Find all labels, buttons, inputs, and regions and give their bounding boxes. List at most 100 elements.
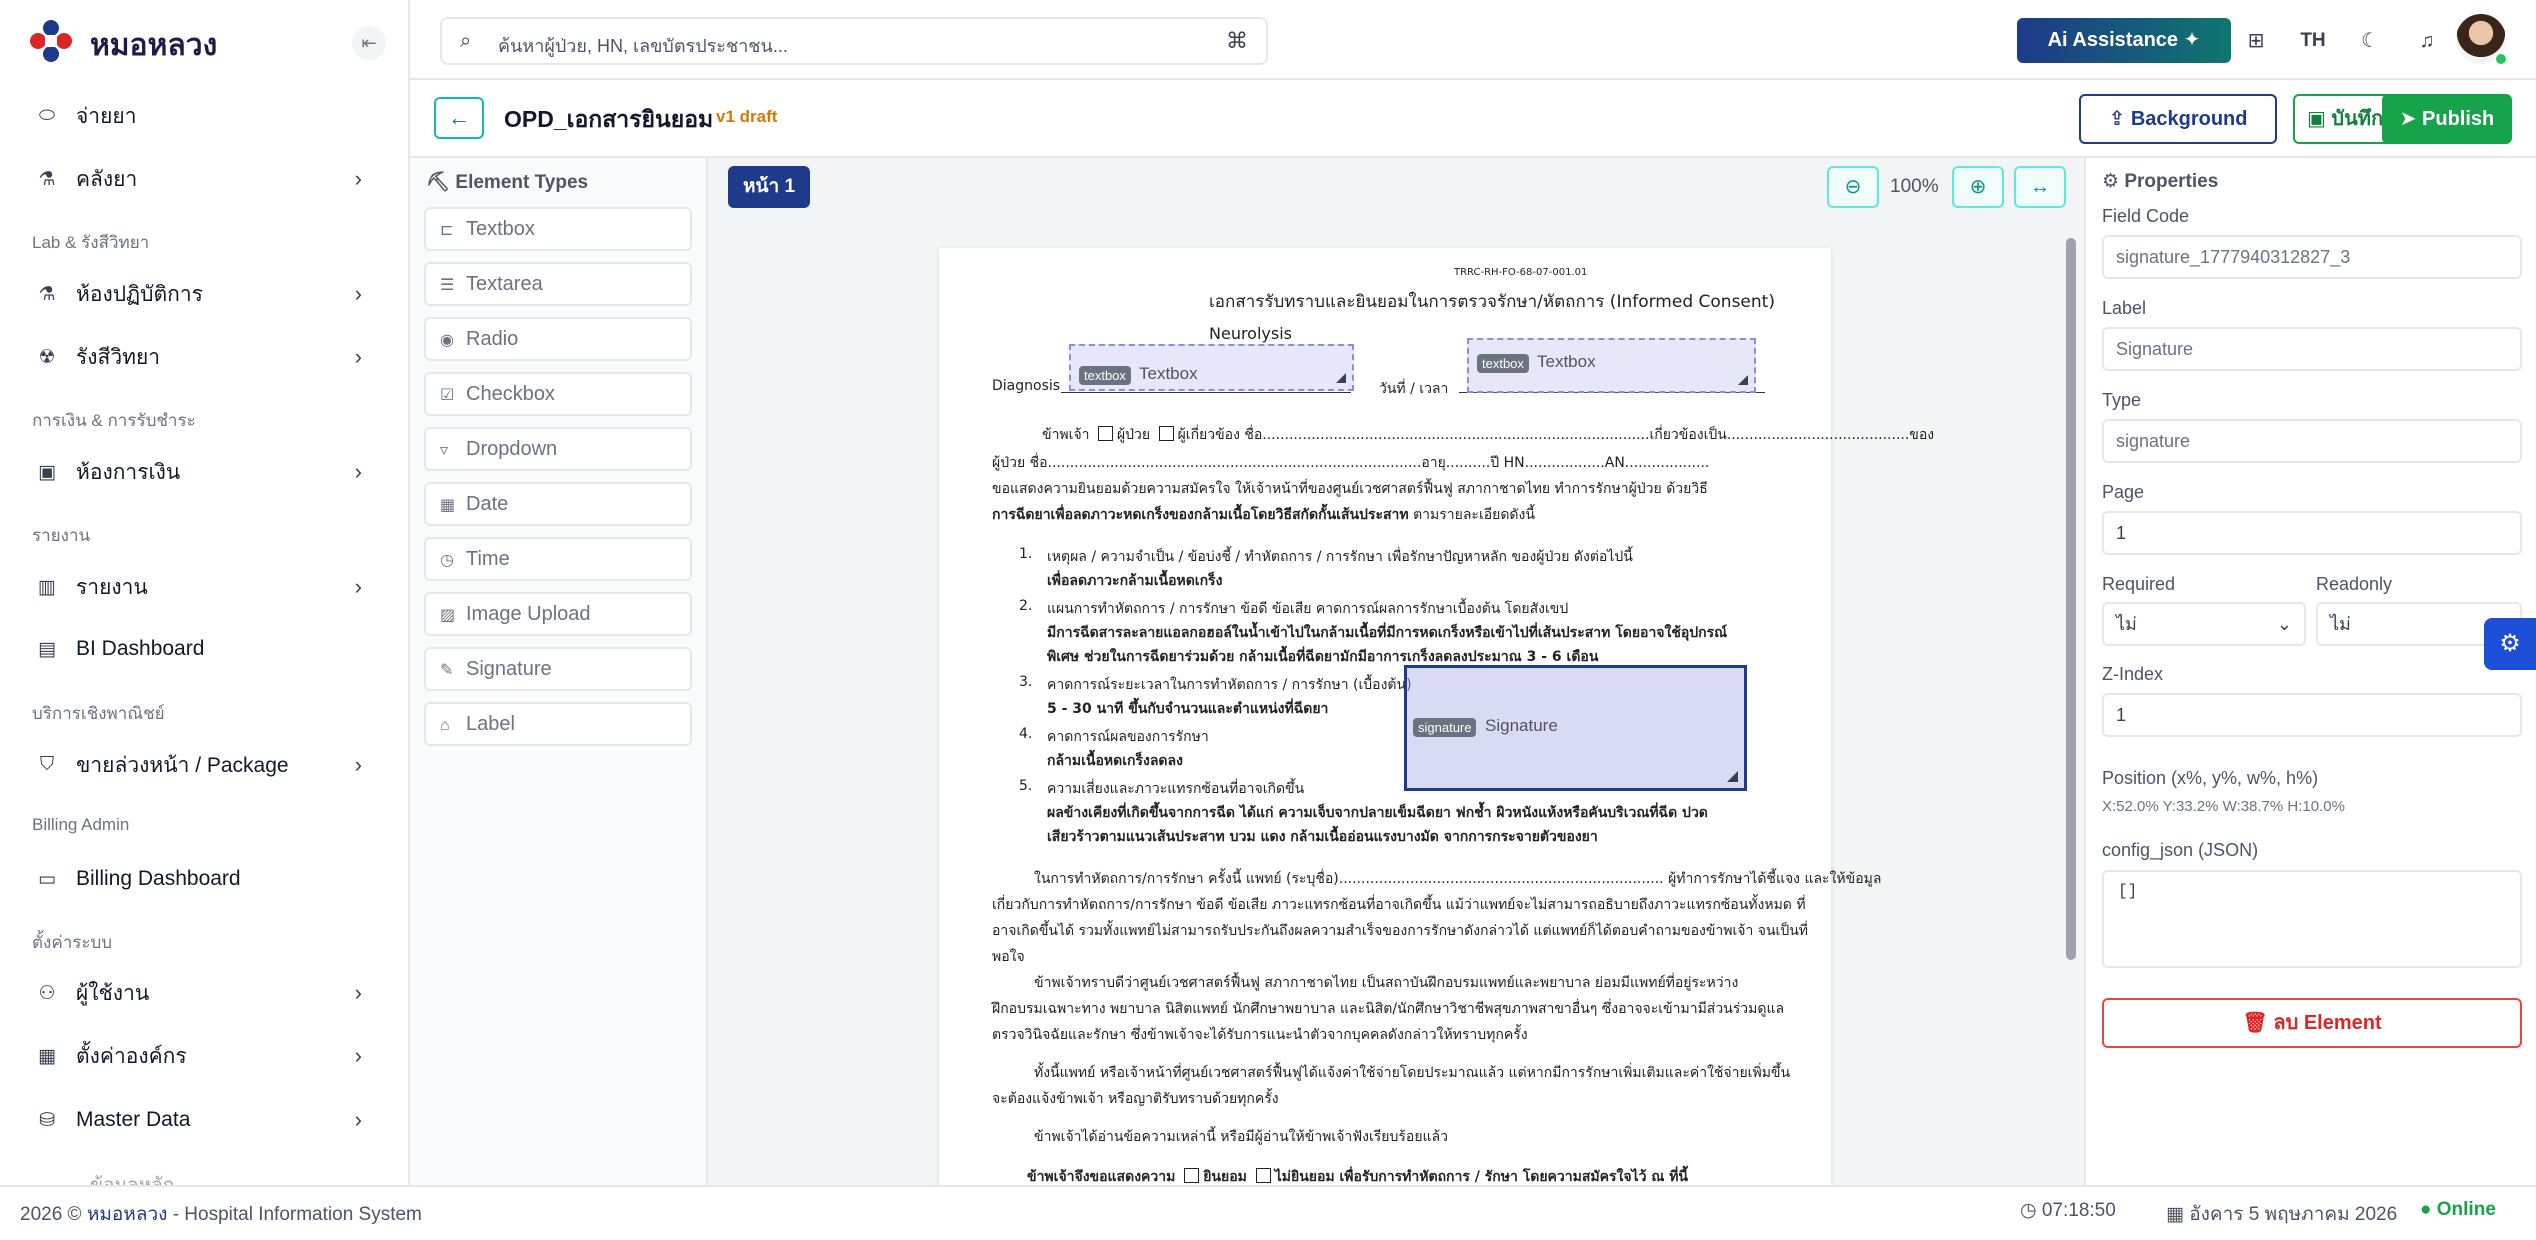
doc-para1-line: เกี่ยวกับการทำหัตถการ/การรักษา ข้อดี ข้อ… <box>992 897 1806 913</box>
vertical-scrollbar[interactable] <box>2066 238 2076 960</box>
signature-field[interactable]: signature Signature <box>1404 665 1747 791</box>
canvas-area: หน้า 1 ⊖ 100% ⊕ ↔ TRRC-RH-FO-68-07-001.0… <box>708 158 2084 1185</box>
dropdown-icon: ▿ <box>440 442 449 459</box>
avatar[interactable] <box>2456 14 2508 66</box>
type-input[interactable]: signature <box>2102 419 2522 463</box>
back-arrow-button[interactable]: ← <box>434 97 484 139</box>
sidebar-item-bi-dashboard[interactable]: ▤ BI Dashboard <box>32 624 362 674</box>
chevron-down-icon: ⌄ <box>2276 614 2292 634</box>
fit-width-icon[interactable]: ↔ <box>2014 166 2066 208</box>
doc-line-4: การฉีดยาเพื่อลดภาวะหดเกร็งของกล้ามเนื้อโ… <box>992 504 1535 526</box>
sidebar-item-label: รังสีวิทยา <box>76 345 161 369</box>
doc-text: ผู้เกี่ยวข้อง ชื่อ......................… <box>1177 427 1935 443</box>
footer-year: 2026 © <box>20 1204 82 1225</box>
dark-mode-moon-icon[interactable]: ☾ <box>2349 20 2391 62</box>
sidebar-item-pharmacy[interactable]: ⚗ คลังยา › <box>32 154 362 204</box>
label-input[interactable]: Signature <box>2102 327 2522 371</box>
sidebar-item-org-settings[interactable]: ▦ ตั้งค่าองค์กร › <box>32 1031 362 1081</box>
version-badge: v1 draft <box>716 107 778 126</box>
sidebar-item-package[interactable]: ⛉ ขายล่วงหน้า / Package › <box>32 740 362 790</box>
palette-item-date[interactable]: ▦ Date <box>424 482 692 526</box>
background-button[interactable]: ⇪ Background <box>2079 94 2277 144</box>
palette-item-radio[interactable]: ◉ Radio <box>424 317 692 361</box>
delete-element-button[interactable]: 🗑︎ ลบ Element <box>2102 998 2522 1048</box>
textbox-field-diagnosis[interactable]: textbox Textbox <box>1069 344 1354 391</box>
sidebar-item-master-data[interactable]: ⛁ Master Data › <box>32 1095 362 1145</box>
footer-time-value: 07:18:50 <box>2041 1200 2116 1221</box>
database-icon: ⛁ <box>39 1109 55 1131</box>
palette-item-label[interactable]: ⌂ Label <box>424 702 692 746</box>
sidebar-item-laboratory[interactable]: ⚗ ห้องปฏิบัติการ › <box>32 269 362 319</box>
doc-item-bold: 5 - 30 นาที ขึ้นกับจำนวนและตำแหน่งที่ฉีด… <box>1047 701 1329 717</box>
doc-para3-line: ทั้งนี้แพทย์ หรือเจ้าหน้าที่ศูนย์เวชศาสต… <box>1034 1065 1791 1081</box>
doc-item-num: 2. <box>1019 598 1033 614</box>
label-label: Label <box>2102 298 2147 318</box>
publish-button[interactable]: ➤ Publish <box>2382 94 2512 144</box>
floating-settings-gear-icon[interactable]: ⚙ <box>2484 618 2536 670</box>
image-icon: ▨ <box>440 607 456 624</box>
properties-title-label: Properties <box>2124 171 2219 192</box>
palette-item-image-upload[interactable]: ▨ Image Upload <box>424 592 692 636</box>
palette-item-textbox[interactable]: ⊏ Textbox <box>424 207 692 251</box>
sidebar-item-billing-dashboard[interactable]: ▭ Billing Dashboard <box>32 854 362 904</box>
zoom-out-icon[interactable]: ⊖ <box>1827 166 1879 208</box>
palette-item-time[interactable]: ◷ Time <box>424 537 692 581</box>
page-input[interactable]: 1 <box>2102 511 2522 555</box>
field-code-input[interactable]: signature_1777940312827_3 <box>2102 235 2522 279</box>
radiation-icon: ☢ <box>38 346 56 368</box>
chevron-right-icon: › <box>354 574 362 599</box>
doc-item-text: คาดการณ์ระยะเวลาในการทำหัตถการ / การรักษ… <box>1047 677 1412 693</box>
chevron-right-icon: › <box>354 1107 362 1132</box>
notification-bell-icon[interactable]: ♫ <box>2406 20 2448 62</box>
zoom-level: 100% <box>1890 176 1939 197</box>
sidebar-subitem-master[interactable]: ข้อมูลหลัก <box>90 1160 408 1185</box>
collapse-sidebar-button[interactable]: ⇤ <box>352 26 386 60</box>
palette-item-label: Checkbox <box>466 383 555 405</box>
app-logo-icon <box>30 20 72 62</box>
sidebar-item-label: คลังยา <box>76 167 138 191</box>
zoom-in-icon[interactable]: ⊕ <box>1952 166 2004 208</box>
sidebar-item-label: รายงาน <box>76 575 148 599</box>
resize-handle-icon[interactable] <box>1738 375 1748 385</box>
sidebar-section-finance: การเงิน & การรับชำระ <box>32 411 196 430</box>
palette-item-signature[interactable]: ✎ Signature <box>424 647 692 691</box>
ai-assistance-button[interactable]: Ai Assistance ✦ <box>2017 18 2231 63</box>
doc-item-text: ความเสี่ยงและภาวะแทรกซ้อนที่อาจเกิดขึ้น <box>1047 781 1305 797</box>
zindex-input[interactable]: 1 <box>2102 693 2522 737</box>
palette-item-checkbox[interactable]: ☑ Checkbox <box>424 372 692 416</box>
language-toggle[interactable]: TH <box>2292 20 2334 62</box>
search-input[interactable]: ⌕ ค้นหาผู้ป่วย, HN, เลขบัตรประชาชน... ⌘ <box>440 17 1268 65</box>
required-select[interactable]: ไม่ ⌄ <box>2102 602 2306 646</box>
doc-para1-line: ในการทำหัตถการ/การรักษา ครั้งนี้ แพทย์ (… <box>1034 871 1882 887</box>
textbox-field-date[interactable]: textbox Textbox <box>1467 338 1756 393</box>
doc-line-2: ผู้ป่วย ชื่อ............................… <box>992 455 1710 471</box>
position-label: Position (x%, y%, w%, h%) <box>2102 768 2319 788</box>
topbar: ⌕ ค้นหาผู้ป่วย, HN, เลขบัตรประชาชน... ⌘ … <box>410 0 2536 80</box>
sidebar-item-report[interactable]: ▥ รายงาน › <box>32 562 362 612</box>
sidebar-item-cashier[interactable]: ▣ ห้องการเงิน › <box>32 447 362 497</box>
page-title: OPD_เอกสารยินยอม <box>504 106 714 132</box>
config-json-textarea[interactable]: [] <box>2102 870 2522 968</box>
tag-icon: ⌂ <box>440 717 450 734</box>
readonly-value: ไม่ <box>2330 614 2351 634</box>
doc-item-text: เหตุผล / ความจำเป็น / ข้อบ่งชี้ / ทำหัตถ… <box>1047 549 1633 565</box>
field-type-tag: signature <box>1413 718 1477 737</box>
doc-item-bold: ผลข้างเคียงที่เกิดขึ้นจากการฉีด ได้แก่ ค… <box>1047 805 1708 821</box>
textarea-icon: ☰ <box>440 277 455 294</box>
resize-handle-icon[interactable] <box>1727 771 1738 782</box>
page-tab-1[interactable]: หน้า 1 <box>728 166 810 208</box>
sidebar-item-dispense[interactable]: ⬭ จ่ายยา <box>32 91 362 141</box>
money-icon: ▣ <box>38 461 56 483</box>
sidebar-item-users[interactable]: ⚇ ผู้ใช้งาน › <box>32 968 362 1018</box>
apps-grid-icon[interactable]: ⊞ <box>2235 20 2277 62</box>
sidebar-item-label: ตั้งค่าองค์กร <box>76 1044 187 1068</box>
pill-icon: ⬭ <box>38 105 56 126</box>
resize-handle-icon[interactable] <box>1336 373 1346 383</box>
footer-brand-link[interactable]: หมอหลวง <box>87 1204 168 1225</box>
palette-item-dropdown[interactable]: ▿ Dropdown <box>424 427 692 471</box>
save-label: บันทึก <box>2331 108 2384 130</box>
sidebar-item-radiology[interactable]: ☢ รังสีวิทยา › <box>32 332 362 382</box>
palette-item-textarea[interactable]: ☰ Textarea <box>424 262 692 306</box>
online-dot-icon: ● <box>2420 1199 2437 1220</box>
date-label: วันที่ / เวลา <box>1379 381 1449 397</box>
